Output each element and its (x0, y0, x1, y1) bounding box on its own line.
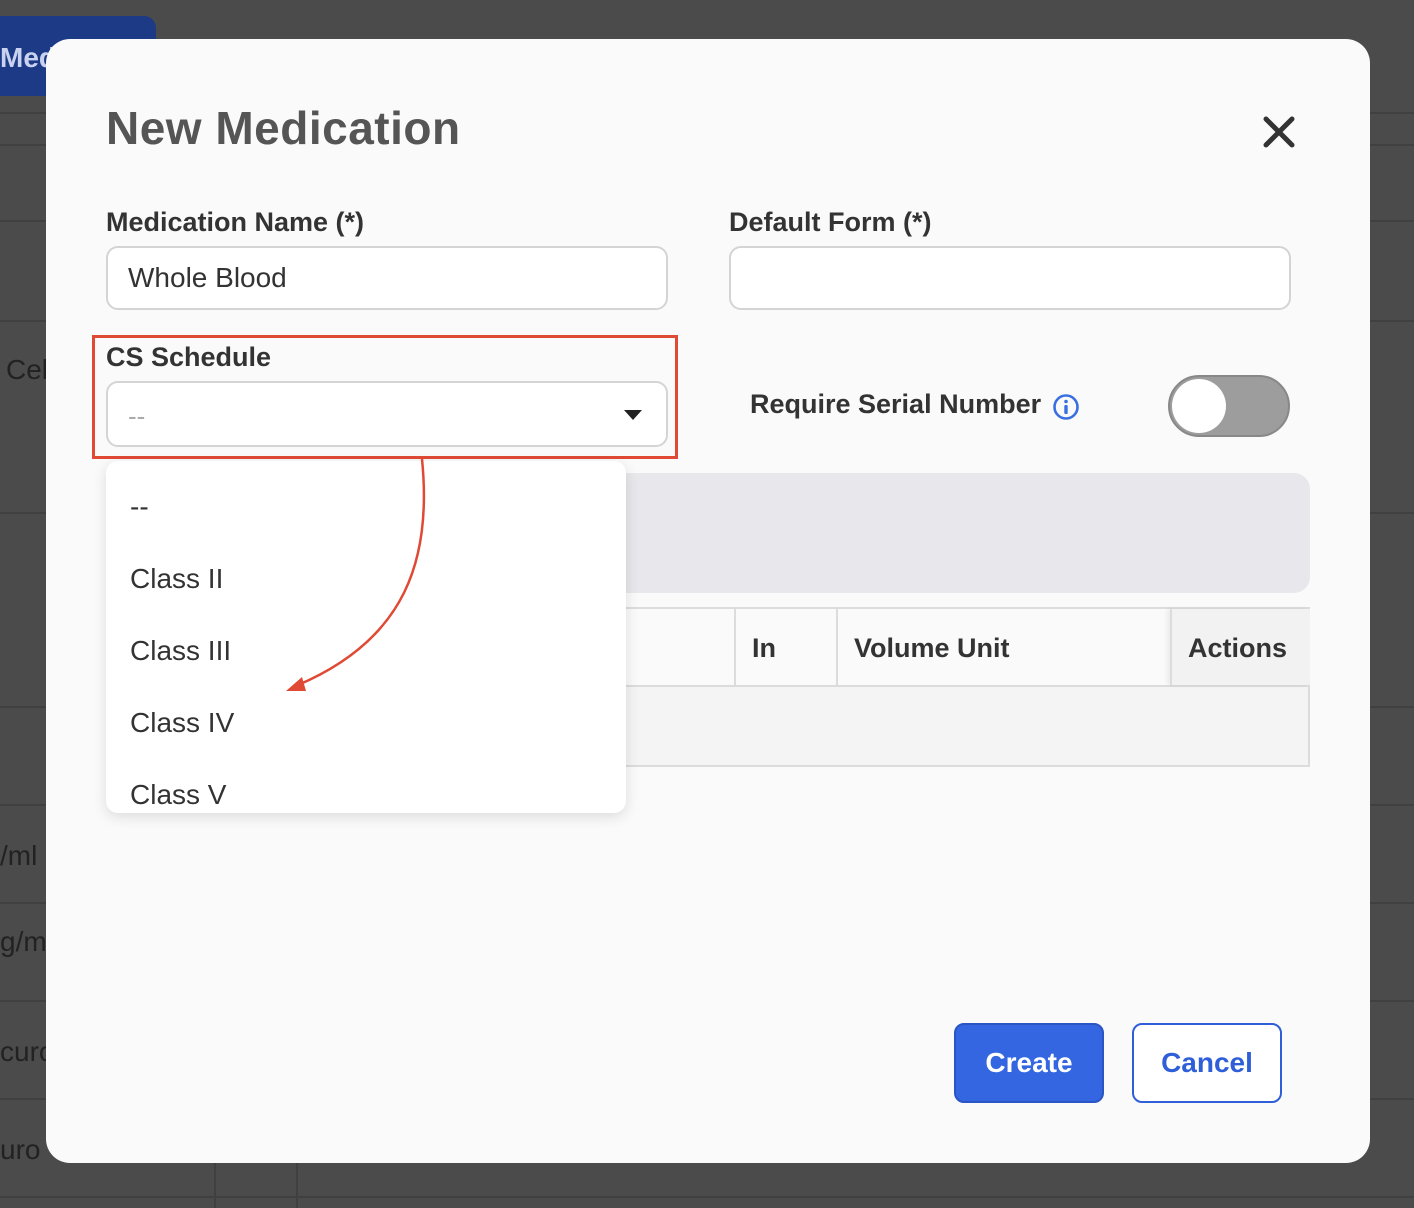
cancel-button[interactable]: Cancel (1132, 1023, 1282, 1103)
modal-title: New Medication (106, 102, 461, 154)
background-text: Cel (6, 354, 49, 385)
create-button[interactable]: Create (954, 1023, 1104, 1103)
medication-name-label: Medication Name (*) (106, 207, 365, 237)
cs-schedule-label: CS Schedule (106, 342, 272, 372)
info-icon[interactable] (1052, 393, 1080, 421)
require-serial-number-label: Require Serial Number (750, 389, 1042, 419)
cs-schedule-dropdown-menu: -- Class II Class III Class IV Class V (106, 461, 626, 813)
background-divider (0, 1196, 1414, 1198)
dropdown-option[interactable]: Class II (106, 547, 626, 619)
medication-name-input[interactable] (106, 246, 668, 310)
require-serial-number-toggle[interactable] (1168, 375, 1290, 437)
close-icon[interactable] (1262, 115, 1296, 149)
dropdown-option[interactable]: Class V (106, 763, 626, 835)
default-form-input[interactable] (729, 246, 1291, 310)
chevron-down-icon (624, 410, 642, 420)
toggle-knob (1172, 379, 1226, 433)
background-text: g/m (0, 926, 47, 957)
background-text: uro (0, 1134, 41, 1165)
cs-schedule-select[interactable]: -- (106, 381, 668, 447)
column-header-actions: Actions (1170, 609, 1310, 685)
dropdown-option[interactable]: Class III (106, 619, 626, 691)
new-medication-modal: New Medication Medication Name (*) Defau… (46, 39, 1370, 1163)
default-form-label: Default Form (*) (729, 207, 932, 237)
column-header-volume-unit: Volume Unit (836, 609, 1170, 685)
column-header-in: In (734, 609, 836, 685)
cs-schedule-selected-value: -- (128, 401, 146, 431)
dropdown-option[interactable]: Class IV (106, 691, 626, 763)
dropdown-option[interactable]: -- (106, 475, 626, 547)
